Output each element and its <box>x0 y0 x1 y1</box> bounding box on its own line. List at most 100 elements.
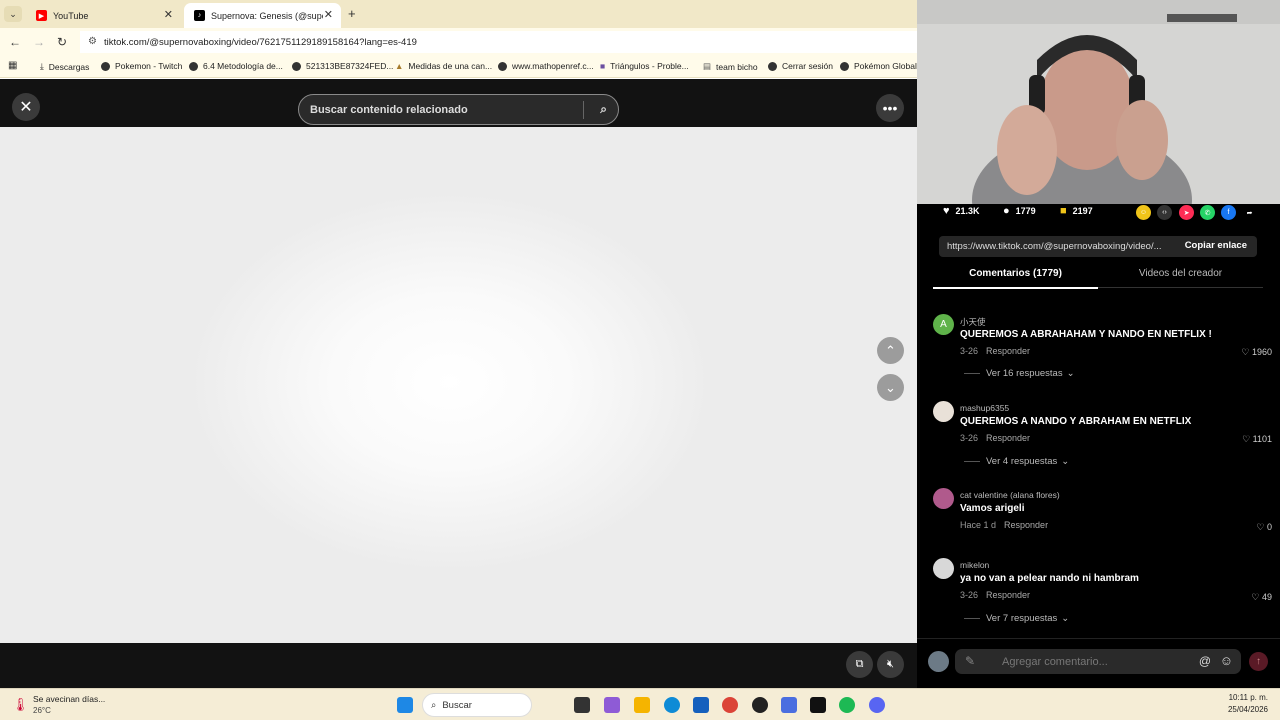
mention-icon[interactable]: @ <box>1199 654 1211 668</box>
tab-search-dropdown[interactable]: ⌄ <box>4 6 22 22</box>
mute-icon[interactable]: 🔇︎ <box>877 651 904 678</box>
bookmark-item[interactable]: ▤ team bicho <box>703 61 758 72</box>
bookmark-item[interactable]: Pokémon Global L <box>840 61 917 71</box>
video-bottom-bar: ⧉ 🔇︎ <box>0 643 917 688</box>
link-copy-row: https://www.tiktok.com/@supernovaboxing/… <box>939 236 1257 257</box>
globe-icon <box>768 61 777 71</box>
search-icon[interactable]: ⌕ <box>600 102 607 117</box>
clock-date[interactable]: 25/04/2026 <box>1200 705 1268 714</box>
weather-icon[interactable]: 🌡︎ <box>12 697 29 713</box>
comment-username[interactable]: 小天使 <box>960 316 986 328</box>
comment-likes[interactable]: ♡ 49 <box>1251 592 1272 603</box>
share-arrow-icon[interactable]: ➦ <box>1242 205 1257 220</box>
obs-icon[interactable] <box>752 697 768 713</box>
facebook-icon[interactable]: f <box>1221 205 1236 220</box>
view-replies-button[interactable]: Ver 7 respuestas ⌄ <box>964 613 1069 624</box>
clock-time[interactable]: 10:11 p. m. <box>1200 693 1268 702</box>
avatar[interactable] <box>933 488 954 509</box>
send-comment-button[interactable]: ↑ <box>1249 652 1268 671</box>
tab-title: YouTube <box>53 10 89 21</box>
gif-sticker-icon[interactable]: ✎ <box>965 654 975 668</box>
search-icon: ⌕ <box>431 699 437 711</box>
embed-icon[interactable]: ‹› <box>1157 205 1172 220</box>
avatar[interactable] <box>933 558 954 579</box>
video-player[interactable]: ⌃ ⌄ <box>0 127 917 643</box>
site-info-icon[interactable]: ⚙ <box>88 36 97 47</box>
comment-likes[interactable]: ♡ 0 <box>1256 522 1272 533</box>
close-icon[interactable]: ✕ <box>12 93 40 121</box>
back-icon[interactable]: ← <box>9 35 21 49</box>
url-bar[interactable]: ⚙ tiktok.com/@supernovaboxing/video/7621… <box>80 31 917 53</box>
comment-input[interactable]: ✎ Agregar comentario... @ ☺ <box>955 649 1241 674</box>
bookmark-item[interactable]: ■ Triángulos - Proble... <box>600 61 689 71</box>
new-tab-button[interactable]: + <box>348 6 356 21</box>
bookmark-item[interactable]: ⤓ Descargas <box>40 61 89 72</box>
comment-likes[interactable]: ♡ 1101 <box>1242 434 1272 445</box>
reply-button[interactable]: Responder <box>986 433 1030 443</box>
avatar <box>928 651 949 672</box>
view-replies-button[interactable]: Ver 4 respuestas ⌄ <box>964 456 1069 467</box>
forward-icon[interactable]: → <box>33 35 45 49</box>
comment-meta: 3-26 Responder <box>960 346 1031 356</box>
bookmark-item[interactable]: 521313BE87324FED... <box>292 61 393 71</box>
reply-button[interactable]: Responder <box>986 346 1030 356</box>
download-icon: ⤓ <box>40 61 44 71</box>
spotify-icon[interactable] <box>839 697 855 713</box>
comment-text: QUEREMOS A NANDO Y ABRAHAM EN NETFLIX <box>960 416 1192 427</box>
previous-video-button[interactable]: ⌃ <box>877 337 904 364</box>
comment-likes[interactable]: ♡ 1960 <box>1241 347 1272 358</box>
bookmark-item[interactable]: www.mathopenref.c... <box>498 61 594 71</box>
file-explorer-icon[interactable] <box>634 697 650 713</box>
apps-grid-icon[interactable]: ▦ <box>8 60 17 71</box>
bookmark-item[interactable]: ▲ Medidas de una can... <box>395 61 492 71</box>
youtube-icon: ▶ <box>36 10 47 21</box>
floating-player-icon[interactable]: ⧉ <box>846 651 873 678</box>
reload-icon[interactable]: ↻ <box>57 35 67 49</box>
reply-button[interactable]: Responder <box>1004 520 1048 530</box>
copy-link-button[interactable]: Copiar enlace <box>1185 240 1247 251</box>
bookmark-item[interactable]: 6.4 Metodología de... <box>189 61 283 71</box>
reply-button[interactable]: Responder <box>986 590 1030 600</box>
avatar[interactable]: A <box>933 314 954 335</box>
comment-username[interactable]: cat valentine (alana flores) <box>960 490 1060 500</box>
comment-username[interactable]: mikelon <box>960 560 989 570</box>
more-horizontal-icon[interactable]: ••• <box>876 94 904 122</box>
windows-taskbar: 🌡︎ Se avecinan días... 26°C ⌕ Buscar 10:1… <box>0 688 1280 720</box>
copilot-icon[interactable] <box>604 697 620 713</box>
close-tab-icon[interactable]: ✕ <box>324 8 333 21</box>
app-icon[interactable] <box>781 697 797 713</box>
tab-creator-videos[interactable]: Videos del creador <box>1098 268 1263 279</box>
comment-username[interactable]: mashup6355 <box>960 403 1009 413</box>
bookmark-favicon: ▲ <box>395 61 404 71</box>
like-stat[interactable]: ♥ 21.3K <box>943 205 980 217</box>
comment-icon: ● <box>1003 205 1010 217</box>
emoji-icon[interactable]: ☺ <box>1220 653 1233 668</box>
next-video-button[interactable]: ⌄ <box>877 374 904 401</box>
whatsapp-icon[interactable]: ✆ <box>1200 205 1215 220</box>
tab-comments[interactable]: Comentarios (1779) <box>933 268 1098 279</box>
comment-text: Vamos arigeli <box>960 503 1025 514</box>
send-icon[interactable]: ➤ <box>1179 205 1194 220</box>
capcut-icon[interactable] <box>810 697 826 713</box>
tab-tiktok[interactable]: ♪ Supernova: Genesis (@superno ✕ <box>184 3 341 28</box>
comment-stat[interactable]: ● 1779 <box>1003 205 1036 217</box>
tab-strip: ⌄ ▶ YouTube ✕ ♪ Supernova: Genesis (@sup… <box>0 0 917 28</box>
windows-start-icon[interactable] <box>397 697 413 713</box>
avatar[interactable] <box>933 401 954 422</box>
taskbar-search[interactable]: ⌕ Buscar <box>422 693 532 717</box>
side-panel: ♥ 21.3K ● 1779 ■ 2197 ☺ ‹› ➤ ✆ f ➦ https… <box>917 0 1280 688</box>
related-search-input[interactable]: Buscar contenido relacionado ⌕ <box>298 94 619 125</box>
save-stat[interactable]: ■ 2197 <box>1060 205 1093 217</box>
chrome-icon[interactable] <box>722 697 738 713</box>
discord-icon[interactable] <box>869 697 885 713</box>
view-replies-button[interactable]: Ver 16 respuestas ⌄ <box>964 368 1075 379</box>
bookmark-item[interactable]: Pokemon - Twitch <box>101 61 182 71</box>
task-view-icon[interactable] <box>574 697 590 713</box>
weather-title[interactable]: Se avecinan días... <box>33 694 105 704</box>
bookmark-item[interactable]: Cerrar sesión <box>768 61 833 71</box>
share-friends-icon[interactable]: ☺ <box>1136 205 1151 220</box>
close-tab-icon[interactable]: ✕ <box>164 8 173 21</box>
edge-icon[interactable] <box>664 697 680 713</box>
store-icon[interactable] <box>693 697 709 713</box>
tab-youtube[interactable]: ▶ YouTube ✕ <box>26 3 181 28</box>
